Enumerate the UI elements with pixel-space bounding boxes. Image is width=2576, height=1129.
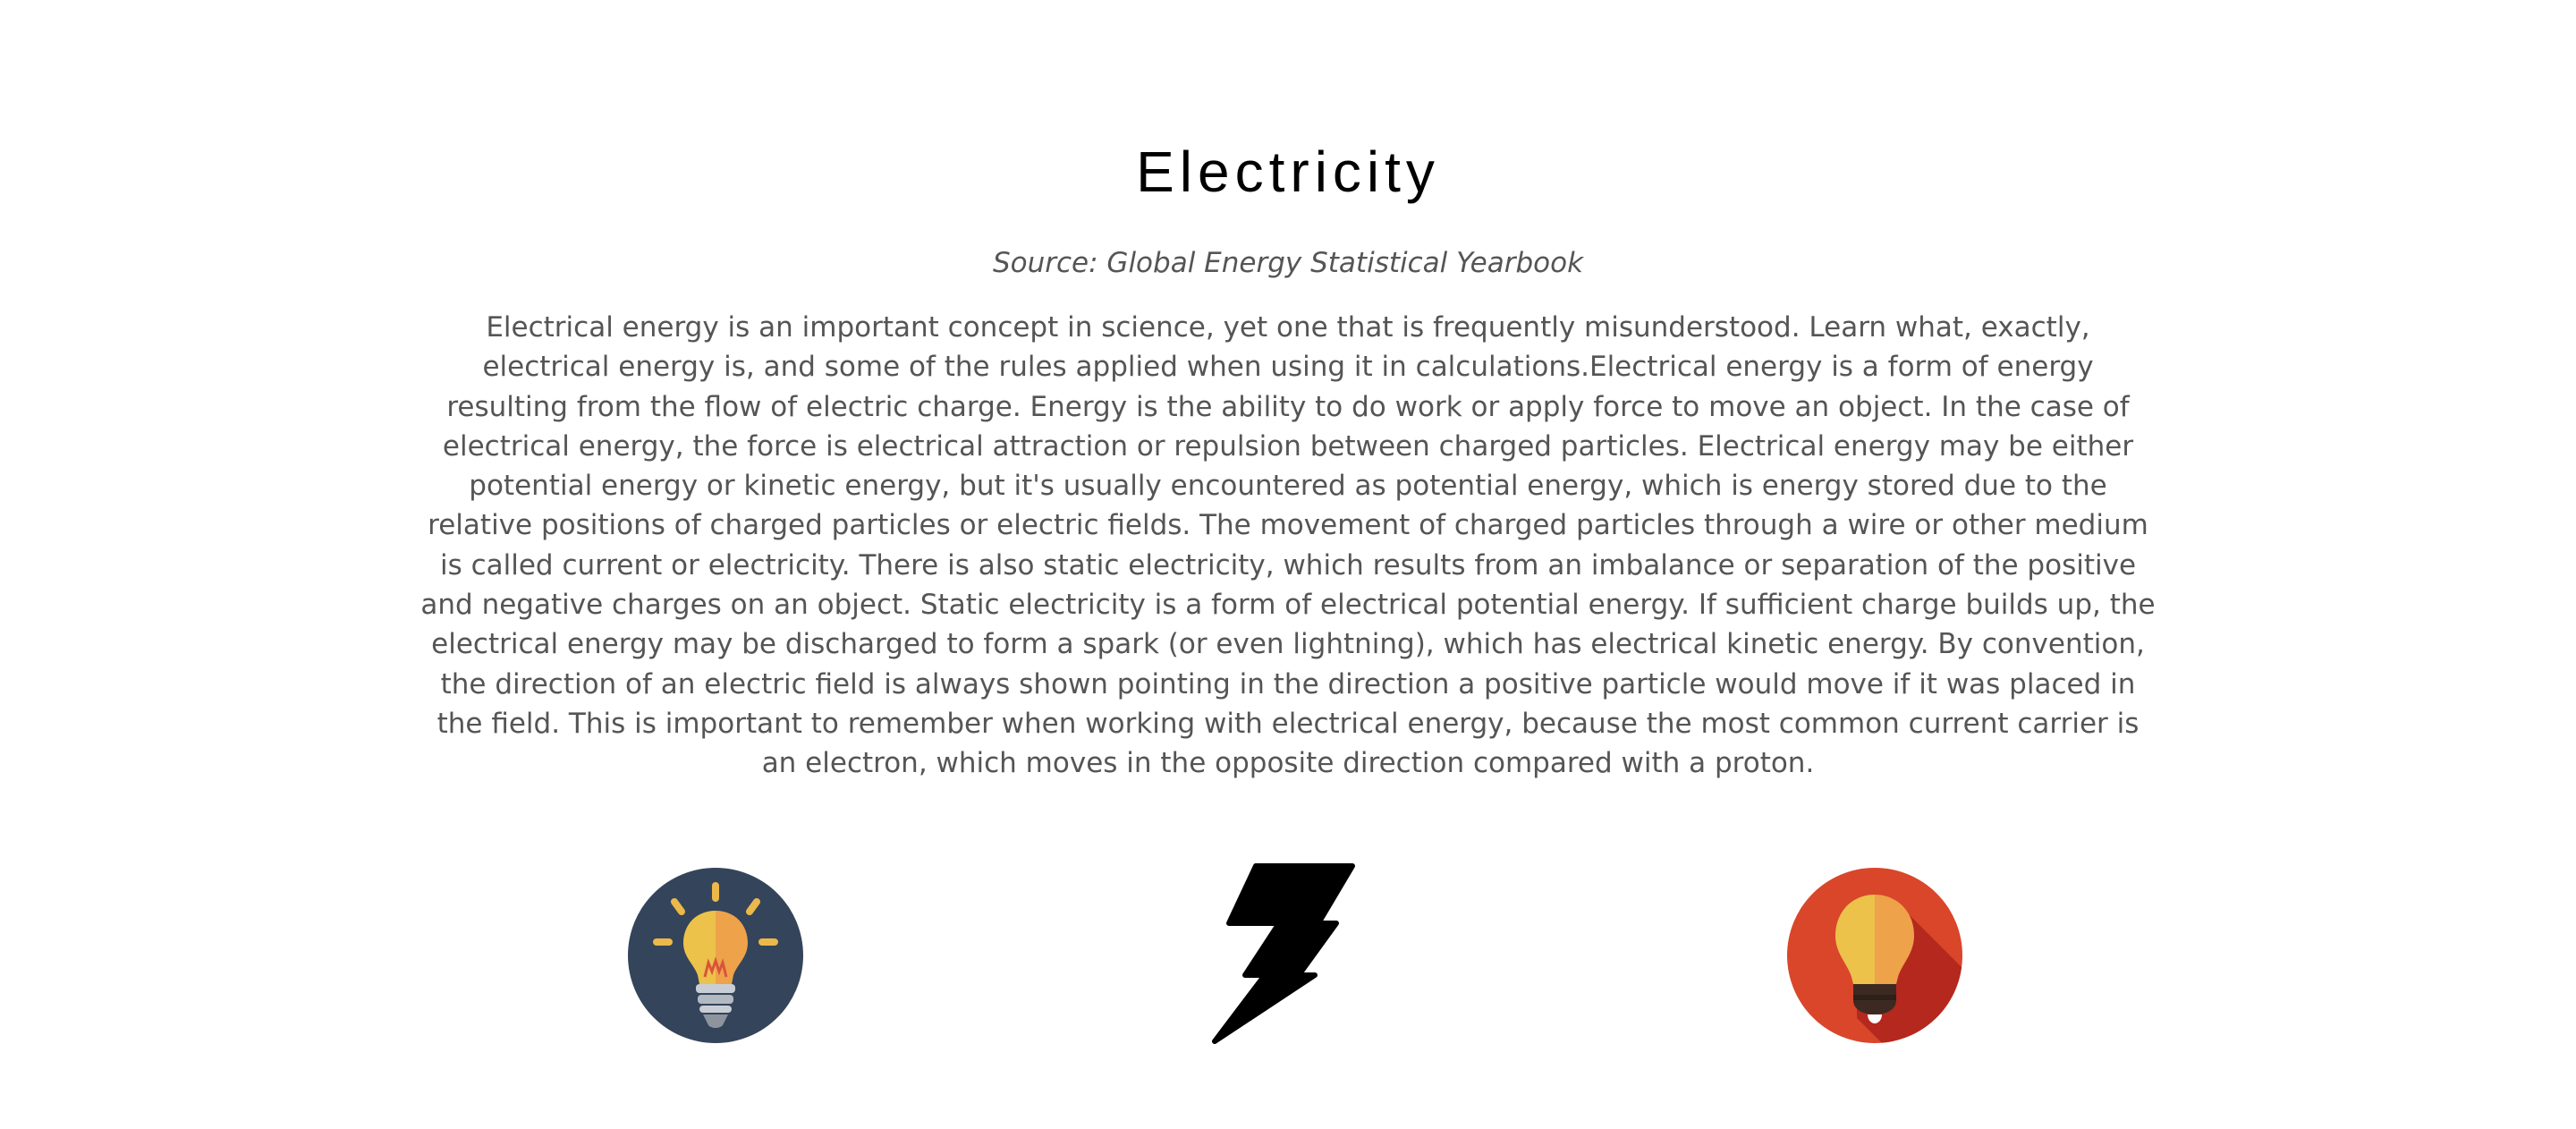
lightning-bolt-icon xyxy=(1209,861,1361,1045)
page: Electricity Source: Global Energy Statis… xyxy=(0,0,2576,1129)
source-caption: Source: Global Energy Statistical Yearbo… xyxy=(992,247,1584,279)
page-title: Electricity xyxy=(1136,140,1440,204)
light-bulb-red-circle-icon xyxy=(1785,866,1964,1045)
body-paragraph: Electrical energy is an important concep… xyxy=(420,311,2156,780)
light-bulb-dark-circle-icon xyxy=(626,866,805,1045)
